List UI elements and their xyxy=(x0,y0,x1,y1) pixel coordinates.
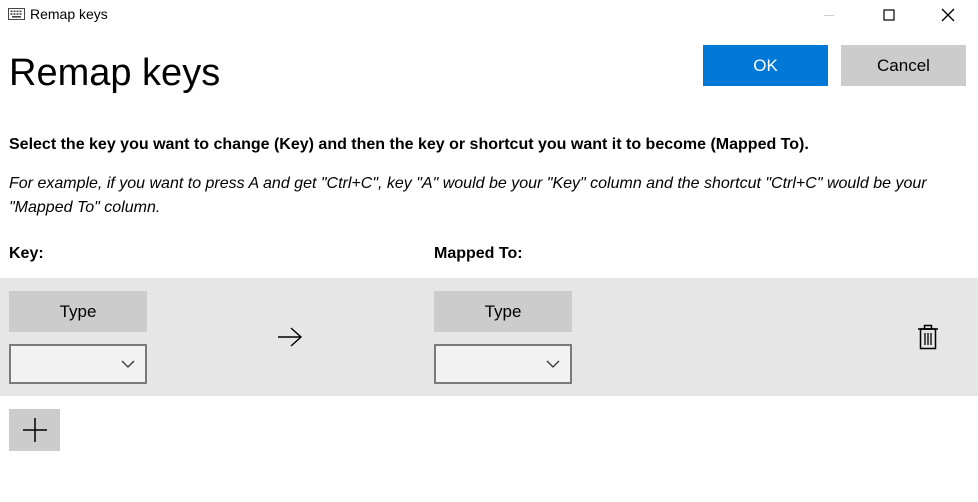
trash-icon[interactable] xyxy=(916,324,940,350)
key-column-header: Key: xyxy=(9,245,44,262)
key-type-button[interactable]: Type xyxy=(9,291,147,332)
minimize-button[interactable] xyxy=(806,0,852,30)
add-remap-button[interactable] xyxy=(9,409,60,451)
mapped-to-column-header: Mapped To: xyxy=(434,245,523,262)
chevron-down-icon xyxy=(121,360,135,368)
close-button[interactable] xyxy=(925,0,971,30)
ok-button[interactable]: OK xyxy=(703,45,828,86)
title-bar: Remap keys xyxy=(0,0,978,30)
minimize-icon xyxy=(824,15,834,16)
plus-icon xyxy=(22,418,47,442)
arrow-right-icon xyxy=(278,327,303,347)
maximize-icon xyxy=(883,9,895,21)
chevron-down-icon xyxy=(546,360,560,368)
mapping-row: Type Type xyxy=(0,278,978,396)
mapped-dropdown[interactable] xyxy=(434,344,572,384)
cancel-button[interactable]: Cancel xyxy=(841,45,966,86)
close-icon xyxy=(941,8,955,22)
mapped-type-button[interactable]: Type xyxy=(434,291,572,332)
keyboard-icon xyxy=(8,8,25,20)
maximize-button[interactable] xyxy=(866,0,912,30)
window-title: Remap keys xyxy=(30,6,108,22)
instructions-text: Select the key you want to change (Key) … xyxy=(9,136,809,153)
key-dropdown[interactable] xyxy=(9,344,147,384)
example-text: For example, if you want to press A and … xyxy=(9,175,927,216)
page-title: Remap keys xyxy=(9,52,221,94)
